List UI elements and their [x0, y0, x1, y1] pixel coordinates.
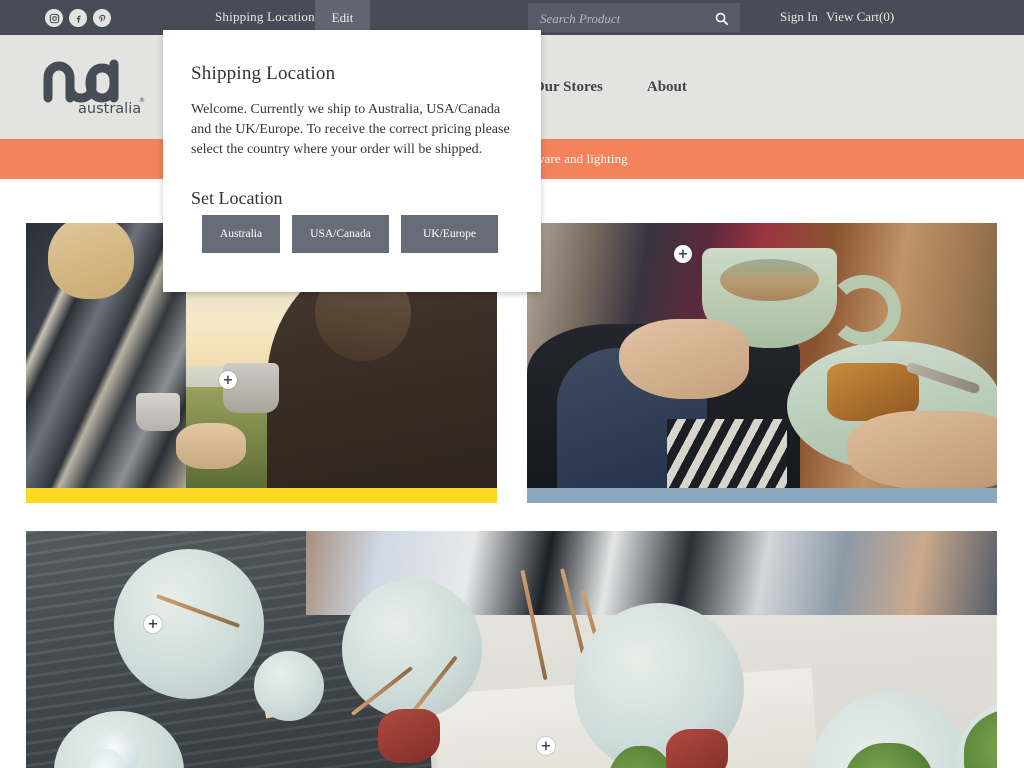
location-button-group: Australia USA/Canada UK/Europe	[202, 215, 498, 253]
mud-australia-logo[interactable]: australia ®	[42, 58, 146, 116]
nav-item-our-stores[interactable]: Our Stores	[533, 79, 603, 96]
hotspot-plus-icon[interactable]: +	[537, 737, 555, 755]
search-box[interactable]	[528, 3, 740, 34]
dropdown-subtitle: Set Location	[191, 188, 283, 208]
hotspot-plus-icon[interactable]: +	[144, 615, 162, 633]
view-cart-link[interactable]: View Cart(0)	[826, 9, 894, 25]
tile-cup-and-plate[interactable]: +	[527, 223, 997, 488]
location-button-uk-europe[interactable]: UK/Europe	[401, 215, 498, 253]
tile-cup-and-plate-image	[527, 223, 997, 488]
shipping-location-dropdown: Shipping Location Welcome. Currently we …	[163, 30, 541, 292]
facebook-icon[interactable]	[69, 9, 87, 27]
tile-beach-mugs-accent-bar	[26, 488, 497, 503]
shipping-location-link[interactable]: Shipping Location	[215, 9, 315, 25]
tile-cup-and-plate-accent-bar	[527, 488, 997, 503]
social-links	[45, 9, 111, 27]
search-icon[interactable]	[711, 8, 731, 28]
dropdown-description: Welcome. Currently we ship to Australia,…	[191, 102, 510, 157]
pinterest-icon[interactable]	[93, 9, 111, 27]
dropdown-title: Shipping Location	[191, 63, 336, 84]
tile-dining-table[interactable]: + +	[26, 531, 997, 768]
search-input[interactable]	[538, 3, 712, 34]
svg-text:®: ®	[139, 97, 145, 104]
sign-in-link[interactable]: Sign In	[780, 9, 818, 25]
location-button-usa-canada[interactable]: USA/Canada	[292, 215, 389, 253]
svg-text:australia: australia	[78, 101, 141, 116]
hotspot-plus-icon[interactable]: +	[219, 371, 237, 389]
nav-item-about[interactable]: About	[647, 79, 687, 96]
hotspot-plus-icon[interactable]: +	[674, 245, 692, 263]
location-button-australia[interactable]: Australia	[202, 215, 280, 253]
tile-dining-table-image	[26, 531, 997, 768]
instagram-icon[interactable]	[45, 9, 63, 27]
